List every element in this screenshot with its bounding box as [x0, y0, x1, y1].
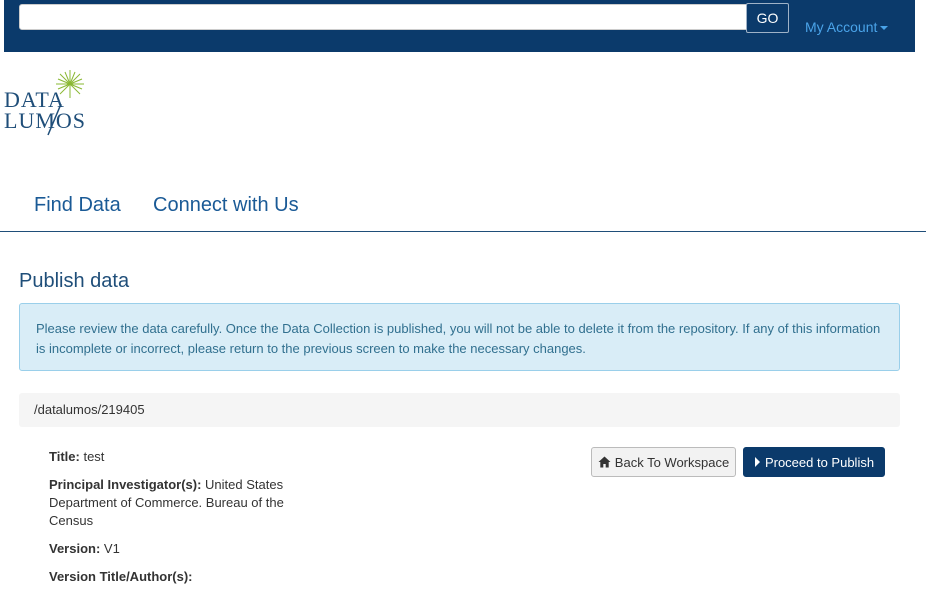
detail-value: test — [83, 449, 105, 464]
detail-label: Principal Investigator(s): — [49, 477, 202, 492]
detail-value: V1 — [103, 541, 120, 556]
back-to-workspace-label: Back To Workspace — [614, 454, 730, 470]
back-to-workspace-button[interactable]: Back To Workspace — [591, 447, 736, 477]
my-account-dropdown[interactable]: My Account — [805, 19, 889, 35]
detail-label: Version: — [49, 541, 101, 556]
go-button[interactable]: GO — [746, 3, 789, 33]
collection-path: /datalumos/219405 — [19, 393, 900, 427]
main-nav: Find Data Connect with Us — [0, 190, 926, 232]
nav-find-data[interactable]: Find Data — [34, 194, 121, 217]
my-account-label: My Account — [805, 19, 878, 35]
proceed-to-publish-button[interactable]: Proceed to Publish — [743, 447, 885, 477]
home-icon — [598, 456, 611, 468]
caret-right-icon — [754, 457, 761, 467]
detail-label: Title: — [49, 449, 80, 464]
detail-title: Title: test — [49, 448, 319, 466]
detail-principal-investigator: Principal Investigator(s): United States… — [49, 476, 319, 530]
page-title: Publish data — [19, 270, 130, 292]
nav-connect-with-us[interactable]: Connect with Us — [153, 194, 299, 217]
proceed-to-publish-label: Proceed to Publish — [764, 454, 875, 470]
top-header-bar: GO My Account — [4, 0, 915, 52]
info-alert: Please review the data carefully. Once t… — [19, 303, 900, 371]
datalumos-logo-image: DATA LUMOS — [4, 70, 86, 136]
collection-details: Title: test Principal Investigator(s): U… — [49, 448, 319, 596]
detail-version-title: Version Title/Author(s): — [49, 568, 319, 586]
svg-text:LUMOS: LUMOS — [4, 108, 86, 133]
datalumos-logo[interactable]: DATA LUMOS — [4, 68, 114, 140]
detail-label: Version Title/Author(s): — [49, 569, 193, 584]
detail-version: Version: V1 — [49, 540, 319, 558]
search-input[interactable] — [19, 4, 747, 30]
caret-down-icon — [880, 26, 889, 30]
